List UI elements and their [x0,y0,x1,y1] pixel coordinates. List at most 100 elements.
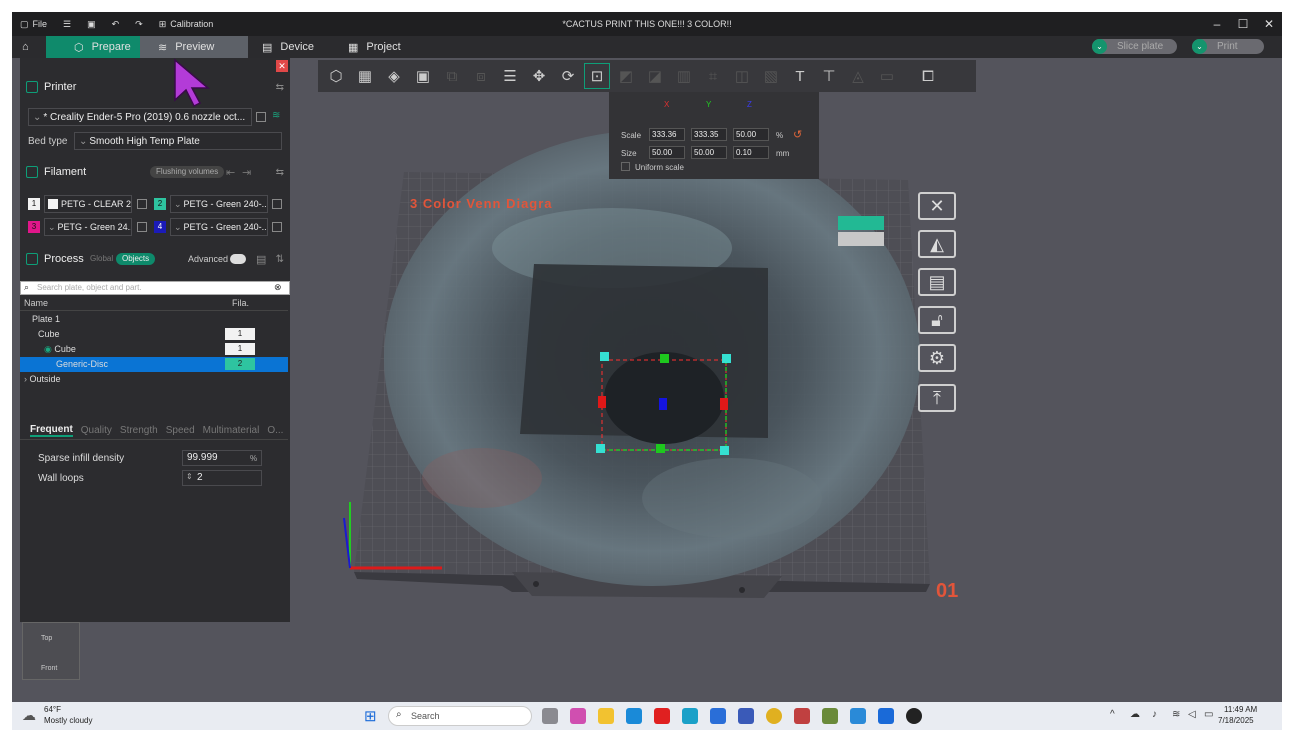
wifi-icon[interactable]: ≋ [1172,709,1180,720]
orient-icon[interactable]: ◭ [918,230,956,258]
edit-icon[interactable] [256,112,266,122]
close-icon[interactable]: ✕ [276,60,288,72]
add-object-icon[interactable]: ⬡ [324,64,348,88]
seam-paint-icon[interactable]: ◫ [730,64,754,88]
print-button[interactable]: ⌄ Print [1192,39,1264,54]
scale-x-input[interactable]: 333.36 [649,128,685,141]
app-icon[interactable] [822,708,838,724]
remove-filament-icon[interactable]: ⇤ [226,166,235,179]
move-icon[interactable]: ✥ [527,64,551,88]
variable-layer-icon[interactable]: ▭ [875,64,899,88]
clear-search-icon[interactable]: ⊗ [274,282,282,293]
filament-settings-icon[interactable]: ⇆ [276,167,284,178]
lock-icon[interactable]: 🔓︎ [918,306,956,334]
uniform-scale-checkbox[interactable] [621,162,630,171]
home-icon[interactable]: ⌂ [12,36,46,58]
bed-type-select[interactable]: ⌄ Smooth High Temp Plate [74,132,282,150]
store-icon[interactable] [710,708,726,724]
filament-cell[interactable]: 1 [225,328,255,340]
tab-quality[interactable]: Quality [81,425,112,436]
microphone-icon[interactable]: ♪ [1152,709,1157,720]
tree-row-part[interactable]: ◉ Cube 1 [20,342,288,357]
scale-z-input[interactable]: 50.00 [733,128,769,141]
mesh-boolean-icon[interactable]: ▥ [672,64,696,88]
tree-row-outside[interactable]: › Outside [20,372,288,387]
advanced-toggle[interactable] [230,254,246,264]
arrange-all-icon[interactable]: ▣ [411,64,435,88]
delete-plate-icon[interactable]: ✕ [918,192,956,220]
auto-orient-icon[interactable]: ◈ [382,64,406,88]
svg-emboss-icon[interactable]: ⧠ [916,64,940,88]
size-z-input[interactable]: 0.10 [733,146,769,159]
rotate-icon[interactable]: ⟳ [556,64,580,88]
flushing-volumes-button[interactable]: Flushing volumes [150,166,225,178]
global-toggle[interactable]: Global [84,253,119,265]
menu-icon[interactable]: ☰ [55,12,79,36]
chevron-down-icon[interactable]: ⌄ [1192,39,1207,54]
copilot-icon[interactable] [570,708,586,724]
slice-plate-button[interactable]: ⌄ Slice plate [1092,39,1178,54]
zoom-icon[interactable] [626,708,642,724]
tab-strength[interactable]: Strength [120,425,158,436]
tree-row-object[interactable]: Cube 1 [20,327,288,342]
scale-y-input[interactable]: 333.35 [691,128,727,141]
wifi-icon[interactable]: ≋ [272,110,280,121]
split-objects-icon[interactable]: ⧉ [440,64,464,88]
edge-icon[interactable] [682,708,698,724]
tab-others[interactable]: O... [267,425,283,436]
file-menu[interactable]: ▢ File [12,12,55,36]
clock-date[interactable]: 7/18/2025 [1218,716,1254,725]
edit-icon[interactable] [137,199,147,209]
tab-device[interactable]: ▤ Device [248,36,340,58]
weather-icon[interactable]: ☁ [22,707,36,724]
filament-select[interactable]: ⌄ PETG - Green 240-... [170,218,268,236]
color-paint-icon[interactable]: ▧ [759,64,783,88]
size-x-input[interactable]: 50.00 [649,146,685,159]
filament-select[interactable]: PETG - CLEAR 2... [44,195,132,213]
youtube-icon[interactable] [654,708,670,724]
filament-select[interactable]: ⌄ PETG - Green 24... [44,218,132,236]
objects-toggle[interactable]: Objects [116,253,156,265]
tab-project[interactable]: ▦ Project [340,36,432,58]
measure-icon[interactable]: ⊤ [817,64,841,88]
tab-preview[interactable]: ≋ Preview [140,36,248,58]
volume-icon[interactable]: ◁ [1188,709,1196,720]
chrome-icon[interactable] [766,708,782,724]
tree-row-part-selected[interactable]: Generic-Disc 2 [20,357,288,372]
object-search-input[interactable]: Search plate, object and part. [20,281,290,295]
wall-loops-input[interactable]: 2 [182,470,262,486]
layers-editing-icon[interactable]: ☰ [498,64,522,88]
clock-time[interactable]: 11:49 AM [1224,705,1257,714]
text-icon[interactable]: T [788,64,812,88]
compare-icon[interactable]: ▤ [256,253,266,266]
edit-icon[interactable] [272,199,282,209]
add-filament-icon[interactable]: ⇥ [242,166,251,179]
file-explorer-icon[interactable] [598,708,614,724]
redo-icon[interactable]: ↷ [127,12,151,36]
printer-select[interactable]: ⌄ * Creality Ender-5 Pro (2019) 0.6 nozz… [28,108,252,126]
app-icon[interactable] [794,708,810,724]
size-y-input[interactable]: 50.00 [691,146,727,159]
support-paint-icon[interactable]: ⌗ [701,64,725,88]
split-parts-icon[interactable]: ⧈ [469,64,493,88]
lay-on-face-icon[interactable]: ◩ [614,64,638,88]
maximize-icon[interactable]: ☐ [1230,12,1256,36]
assembly-icon[interactable]: ◬ [846,64,870,88]
filament-cell[interactable]: 1 [225,343,255,355]
notepad-icon[interactable] [850,708,866,724]
filament-select[interactable]: ⌄ PETG - Green 240-... [170,195,268,213]
calibration-menu[interactable]: ⊞ Calibration [151,12,222,36]
undo-icon[interactable]: ↶ [104,12,128,36]
windows-start-icon[interactable]: ⊞ [364,707,377,725]
filament-cell[interactable]: 2 [225,358,255,370]
add-plate-icon[interactable]: ▦ [353,64,377,88]
stepper-icon[interactable]: ⇕ [186,472,193,481]
task-view-icon[interactable] [542,708,558,724]
orca-slicer-icon[interactable] [906,708,922,724]
tray-app-icon[interactable]: ☁ [1130,709,1140,720]
process-settings-icon[interactable]: ⇅ [276,254,284,265]
printer-settings-icon[interactable]: ⇆ [276,82,284,93]
battery-icon[interactable]: ▭ [1204,709,1213,720]
edit-icon[interactable] [272,222,282,232]
app-icon[interactable] [878,708,894,724]
